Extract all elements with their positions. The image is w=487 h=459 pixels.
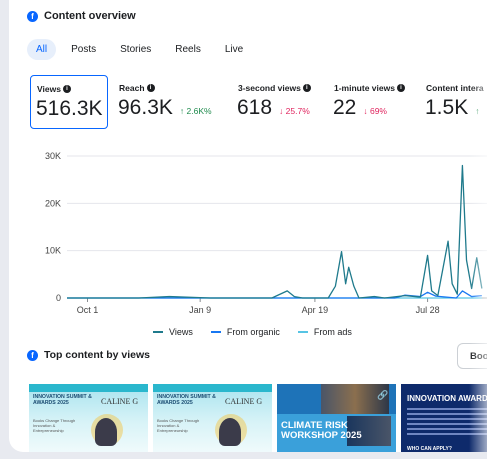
top-content-thumbnails: INNOVATION SUMMIT & AWARDS 2025 CALINE G…: [29, 384, 487, 452]
content-thumbnail[interactable]: CLIMATE RISK WORKSHOP 2025 🔗: [277, 384, 396, 452]
x-tick-label: Oct 1: [77, 305, 99, 315]
metric-label: 1-minute views: [334, 83, 395, 93]
thumb-person: [219, 418, 241, 446]
thumb-logo: CALINE G: [225, 397, 263, 406]
content-thumbnail[interactable]: INNOVATION SUMMIT & AWARDS 2025 CALINE G…: [29, 384, 148, 452]
link-icon: 🔗: [377, 390, 389, 400]
thumb-heading: INNOVATION SUMMIT & AWARDS 2025: [33, 394, 92, 406]
section-header: f Content overview: [27, 10, 136, 22]
tab-all[interactable]: All: [27, 39, 57, 60]
thumb-heading: CLIMATE RISK WORKSHOP 2025: [281, 420, 362, 441]
metric-change: ↓ 69%: [363, 106, 387, 116]
metric-change: ↑: [475, 106, 480, 116]
metric-label: Views: [37, 84, 61, 94]
top-content-title: Top content by views: [44, 349, 150, 361]
metric-1m-views[interactable]: 1-minute views i 22 ↓ 69%: [328, 75, 421, 127]
facebook-icon: f: [27, 10, 38, 22]
metric-value: 516.3K: [36, 97, 103, 120]
thumb-logo: CALINE G: [101, 397, 139, 406]
metric-label: 3-second views: [238, 83, 301, 93]
metric-value: 1.5K: [425, 96, 469, 119]
metric-content-interactions[interactable]: Content intera 1.5K ↑: [420, 75, 487, 127]
thumb-banner: [153, 384, 272, 392]
thumb-person: [95, 418, 117, 446]
y-tick-label: 20K: [45, 198, 61, 208]
x-tick-label: Apr 19: [302, 305, 329, 315]
metric-label: Content intera: [426, 83, 484, 93]
y-tick-label: 0: [56, 293, 61, 303]
swatch-ads: [297, 331, 308, 333]
tab-stories[interactable]: Stories: [111, 39, 160, 60]
legend-label: Views: [169, 327, 193, 337]
swatch-organic: [210, 331, 221, 333]
tab-live[interactable]: Live: [216, 39, 252, 60]
metric-reach[interactable]: Reach i 96.3K ↑ 2.6K%: [113, 75, 231, 127]
metric-value: 618: [237, 96, 273, 119]
y-tick-label: 10K: [45, 246, 61, 256]
metric-3s-views[interactable]: 3-second views i 618 ↓ 25.7%: [232, 75, 327, 127]
metric-value: 22: [333, 96, 357, 119]
boost-button[interactable]: Boos: [457, 343, 487, 369]
series-line-views[interactable]: [67, 164, 483, 299]
metric-value: 96.3K: [118, 96, 173, 119]
thumb-text-lines: [407, 408, 487, 438]
section-title: Content overview: [44, 10, 136, 22]
thumb-banner: [29, 384, 148, 392]
thumb-heading: INNOVATION SUMMIT & AWARDS 2025: [157, 394, 216, 406]
metric-change: ↑ 2.6K%: [179, 106, 212, 116]
thumb-subtitle: Books Change Through Innovation & Entrep…: [157, 418, 200, 433]
tab-bar: All Posts Stories Reels Live: [27, 39, 252, 60]
thumb-subtitle: Books Change Through Innovation & Entrep…: [33, 418, 76, 433]
legend-ads[interactable]: From ads: [297, 327, 352, 337]
legend-label: From ads: [313, 327, 352, 337]
tab-posts[interactable]: Posts: [62, 39, 105, 60]
top-content-header: f Top content by views: [27, 349, 150, 361]
legend-views[interactable]: Views: [153, 327, 193, 337]
thumb-heading: INNOVATION AWARD 2: [407, 394, 487, 403]
chart-legend: Views From organic From ads: [153, 327, 352, 337]
y-tick-label: 30K: [45, 151, 61, 161]
info-icon[interactable]: i: [302, 84, 311, 92]
legend-organic[interactable]: From organic: [210, 327, 280, 337]
content-thumbnail[interactable]: INNOVATION AWARD 2 WHO CAN APPLY?: [401, 384, 487, 452]
tab-reels[interactable]: Reels: [166, 39, 210, 60]
thumb-caption: WHO CAN APPLY?: [407, 446, 452, 452]
metric-label: Reach: [119, 83, 145, 93]
info-icon[interactable]: i: [146, 84, 155, 92]
metric-change: ↓ 25.7%: [279, 106, 310, 116]
content-thumbnail[interactable]: INNOVATION SUMMIT & AWARDS 2025 CALINE G…: [153, 384, 272, 452]
metric-views[interactable]: Views i 516.3K: [30, 75, 108, 129]
views-chart: 30K 20K 10K 0 Oct 1 Jan 9 Apr 19 Jul 28: [45, 151, 487, 315]
x-tick-label: Jan 9: [189, 305, 211, 315]
facebook-icon: f: [27, 349, 38, 361]
legend-label: From organic: [226, 327, 280, 337]
x-tick-label: Jul 28: [416, 305, 440, 315]
content-overview-card: f Content overview All Posts Stories Ree…: [9, 0, 487, 452]
info-icon[interactable]: i: [396, 84, 405, 92]
swatch-views: [153, 331, 163, 333]
info-icon[interactable]: i: [62, 85, 71, 93]
